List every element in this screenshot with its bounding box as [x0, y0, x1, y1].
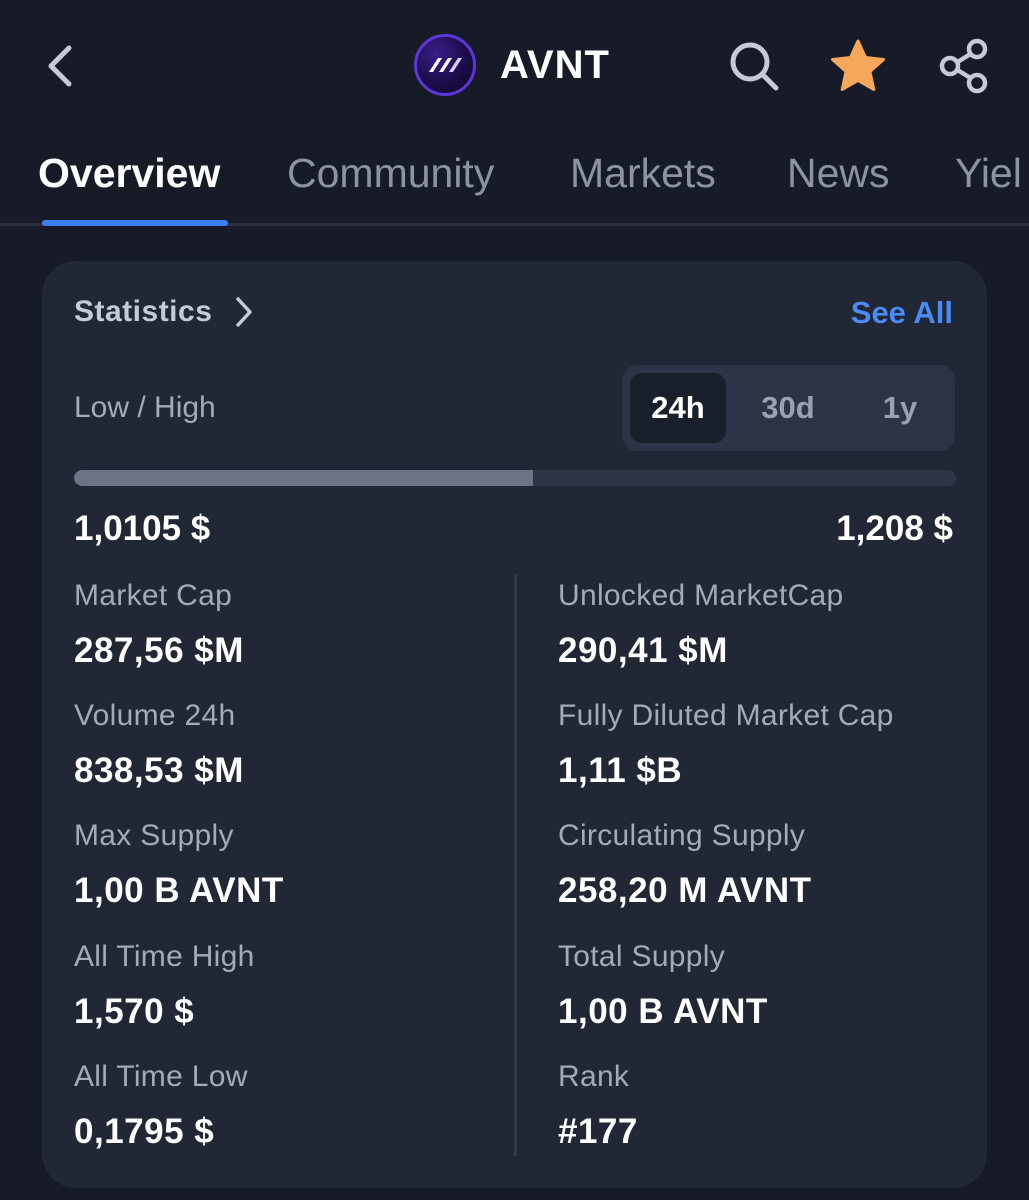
metric-label: Circulating Supply: [558, 819, 806, 852]
statistics-card: Statistics See All Low / High 24h 30d 1y…: [42, 261, 987, 1188]
metric-value: 1,00 B AVNT: [74, 871, 284, 910]
metric-label: Total Supply: [558, 940, 726, 973]
metric-fully-diluted-market-cap: Fully Diluted Market Cap 1,11 $B: [558, 699, 894, 791]
low-high-label: Low / High: [74, 391, 216, 424]
range-bar-fill: [74, 470, 533, 486]
metric-all-time-low: All Time Low 0,1795 $: [74, 1060, 248, 1152]
favorite-button[interactable]: [828, 36, 888, 96]
range-high-value: 1,208 $: [836, 509, 953, 548]
metric-label: Market Cap: [74, 579, 233, 612]
star-icon: [831, 39, 885, 91]
metric-unlocked-marketcap: Unlocked MarketCap 290,41 $M: [558, 579, 844, 671]
search-icon: [730, 42, 779, 91]
period-1y[interactable]: 1y: [852, 373, 948, 443]
coin-detail-screen: AVNT Overview Community Markets News Yie…: [0, 0, 1029, 1200]
chevron-left-icon: [48, 45, 72, 87]
metric-circulating-supply: Circulating Supply 258,20 M AVNT: [558, 819, 812, 911]
coin-title: AVNT: [414, 34, 610, 96]
statistics-title: Statistics: [74, 295, 213, 328]
metric-label: Volume 24h: [74, 699, 236, 732]
metric-market-cap: Market Cap 287,56 $M: [74, 579, 244, 671]
see-all-link[interactable]: See All: [851, 295, 953, 331]
share-button[interactable]: [934, 36, 994, 96]
period-30d[interactable]: 30d: [740, 373, 836, 443]
metric-label: All Time Low: [74, 1060, 248, 1093]
tab-markets[interactable]: Markets: [570, 150, 716, 197]
tab-bar: Overview Community Markets News Yiel: [0, 140, 1029, 226]
tab-news[interactable]: News: [787, 150, 890, 197]
metric-value: 1,570 $: [74, 992, 195, 1031]
share-icon: [939, 38, 988, 94]
metric-label: Rank: [558, 1060, 630, 1093]
metric-value: 287,56 $M: [74, 631, 244, 670]
metric-value: 1,00 B AVNT: [558, 992, 768, 1031]
low-high-range-bar: [74, 470, 956, 486]
column-divider: [514, 574, 517, 1156]
metric-all-time-high: All Time High 1,570 $: [74, 940, 255, 1032]
tab-overview[interactable]: Overview: [38, 150, 220, 197]
metric-max-supply: Max Supply 1,00 B AVNT: [74, 819, 284, 911]
top-bar: AVNT: [0, 0, 1029, 130]
back-button[interactable]: [36, 40, 84, 92]
metric-label: Max Supply: [74, 819, 234, 852]
tab-yield[interactable]: Yiel: [955, 150, 1022, 197]
metric-value: 0,1795 $: [74, 1112, 215, 1151]
period-24h[interactable]: 24h: [630, 373, 726, 443]
chevron-right-icon: [234, 296, 254, 328]
statistics-header[interactable]: Statistics: [74, 295, 254, 329]
avnt-logo-icon: [429, 58, 462, 72]
range-low-value: 1,0105 $: [74, 509, 211, 548]
metric-value: #177: [558, 1112, 638, 1151]
coin-name: AVNT: [500, 42, 610, 87]
metric-label: All Time High: [74, 940, 255, 973]
search-button[interactable]: [724, 36, 784, 96]
metric-value: 258,20 M AVNT: [558, 871, 812, 910]
tab-community[interactable]: Community: [287, 150, 494, 197]
metric-value: 838,53 $M: [74, 751, 244, 790]
metric-value: 290,41 $M: [558, 631, 728, 670]
metric-label: Fully Diluted Market Cap: [558, 699, 894, 732]
metric-rank: Rank #177: [558, 1060, 638, 1152]
period-selector: 24h 30d 1y: [622, 365, 955, 451]
active-tab-indicator: [42, 220, 228, 226]
metric-total-supply: Total Supply 1,00 B AVNT: [558, 940, 768, 1032]
metric-label: Unlocked MarketCap: [558, 579, 844, 612]
metric-volume-24h: Volume 24h 838,53 $M: [74, 699, 244, 791]
metric-value: 1,11 $B: [558, 751, 683, 790]
coin-logo: [414, 34, 476, 96]
